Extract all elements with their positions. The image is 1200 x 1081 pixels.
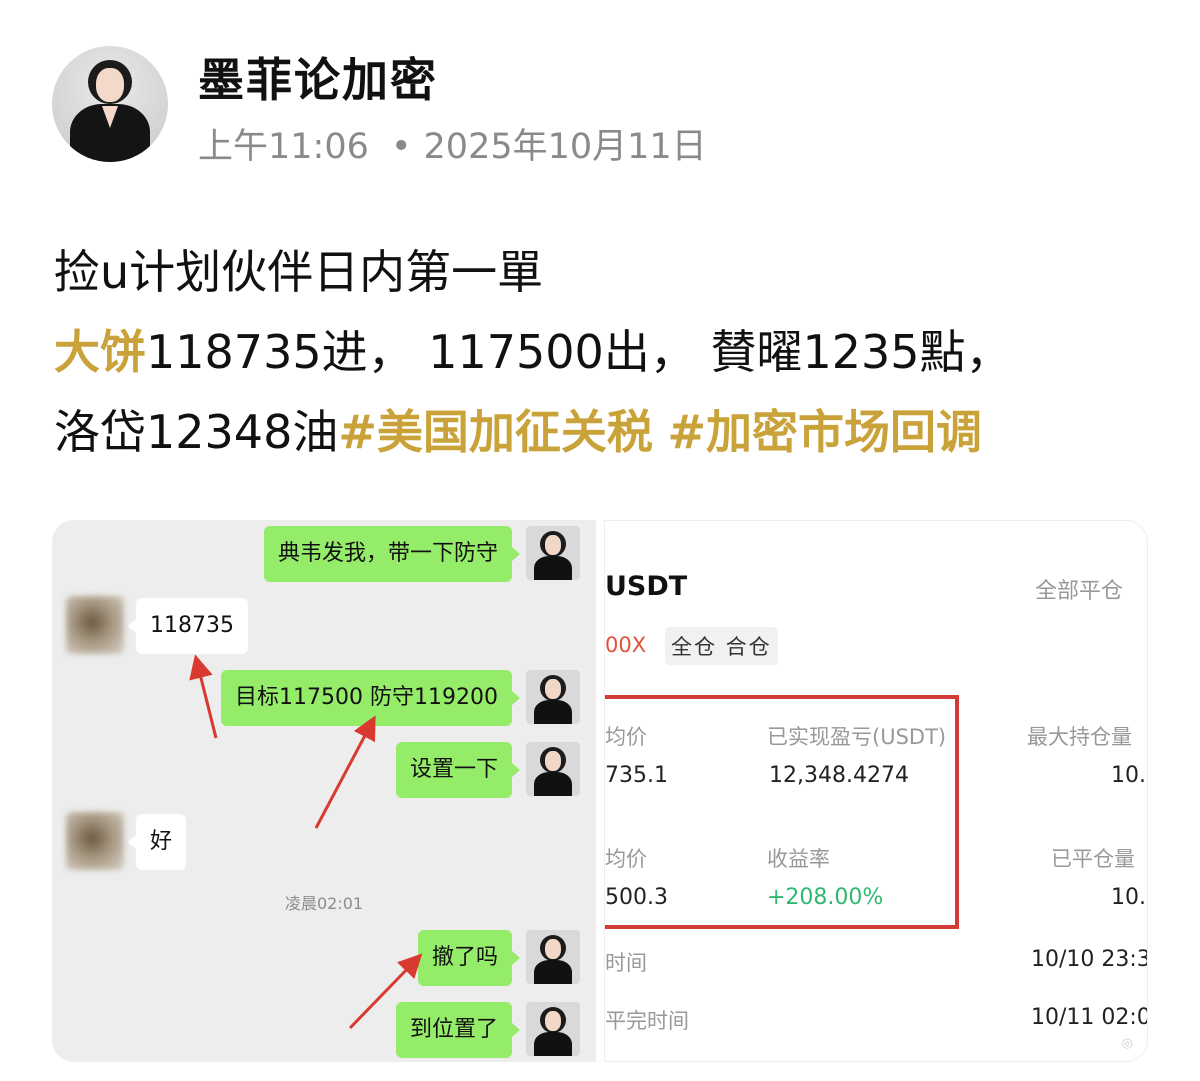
closed-amount-value: 10.: [1111, 885, 1146, 910]
post-time: 上午11:06: [198, 127, 369, 167]
max-position-label: 最大持仓量: [1027, 725, 1132, 749]
highlight-keyword: 大饼: [54, 325, 146, 379]
chat-screenshot[interactable]: 典韦发我，带一下防守 118735 目标117500 防守119200 设置一下…: [52, 520, 596, 1062]
post-line-1: 捡u计划伙伴日内第一單: [54, 245, 544, 299]
margin-mode-tags: 全仓 合仓: [665, 627, 778, 665]
post-meta: 上午11:06 • 2025年10月11日: [198, 118, 707, 169]
trade-symbol: USDT: [605, 571, 688, 602]
post-line-2-text: 118735进， 117500出， 賛曜1235點，: [146, 325, 1012, 379]
closed-amount-label: 已平仓量: [1051, 847, 1135, 871]
arrow-to-cancel-question: [348, 953, 423, 1030]
post-line-3-text: 洛岱12348油: [54, 405, 339, 459]
close-time-value: 10/11 02:0: [1031, 1005, 1148, 1030]
open-time-value: 10/10 23:3: [1031, 947, 1148, 972]
post-body: 捡u计划伙伴日内第一單 大饼118735进， 117500出， 賛曜1235點，…: [54, 232, 1164, 472]
author-avatar[interactable]: [52, 46, 168, 162]
meta-separator: •: [390, 127, 412, 167]
watermark-icon: ◎: [1121, 1036, 1133, 1051]
author-name[interactable]: 墨菲论加密: [198, 44, 438, 110]
trade-record-screenshot[interactable]: USDT 全部平仓 00X 全仓 合仓 均价 735.1 已实现盈亏(USDT)…: [604, 520, 1148, 1062]
arrow-to-target: [314, 715, 376, 829]
post-line-3: 洛岱12348油#美国加征关税 #加密市场回调: [54, 392, 1164, 472]
post-date: 2025年10月11日: [423, 127, 707, 167]
hashtag-tariff[interactable]: #美国加征关税: [338, 405, 653, 459]
close-all-button[interactable]: 全部平仓: [1035, 573, 1123, 605]
max-position-value: 10.: [1111, 763, 1146, 788]
avatar-face: [96, 68, 124, 102]
arrow-to-entry-price: [189, 654, 218, 739]
close-time-label: 平完时间: [605, 1009, 689, 1033]
annotation-arrows: [189, 654, 423, 1030]
highlight-box: [605, 695, 959, 929]
open-time-label: 时间: [605, 951, 647, 975]
hashtag-market-correction[interactable]: #加密市场回调: [668, 405, 983, 459]
leverage-badge: 00X: [605, 633, 647, 657]
post-line-2: 大饼118735进， 117500出， 賛曜1235點，: [54, 312, 1164, 392]
